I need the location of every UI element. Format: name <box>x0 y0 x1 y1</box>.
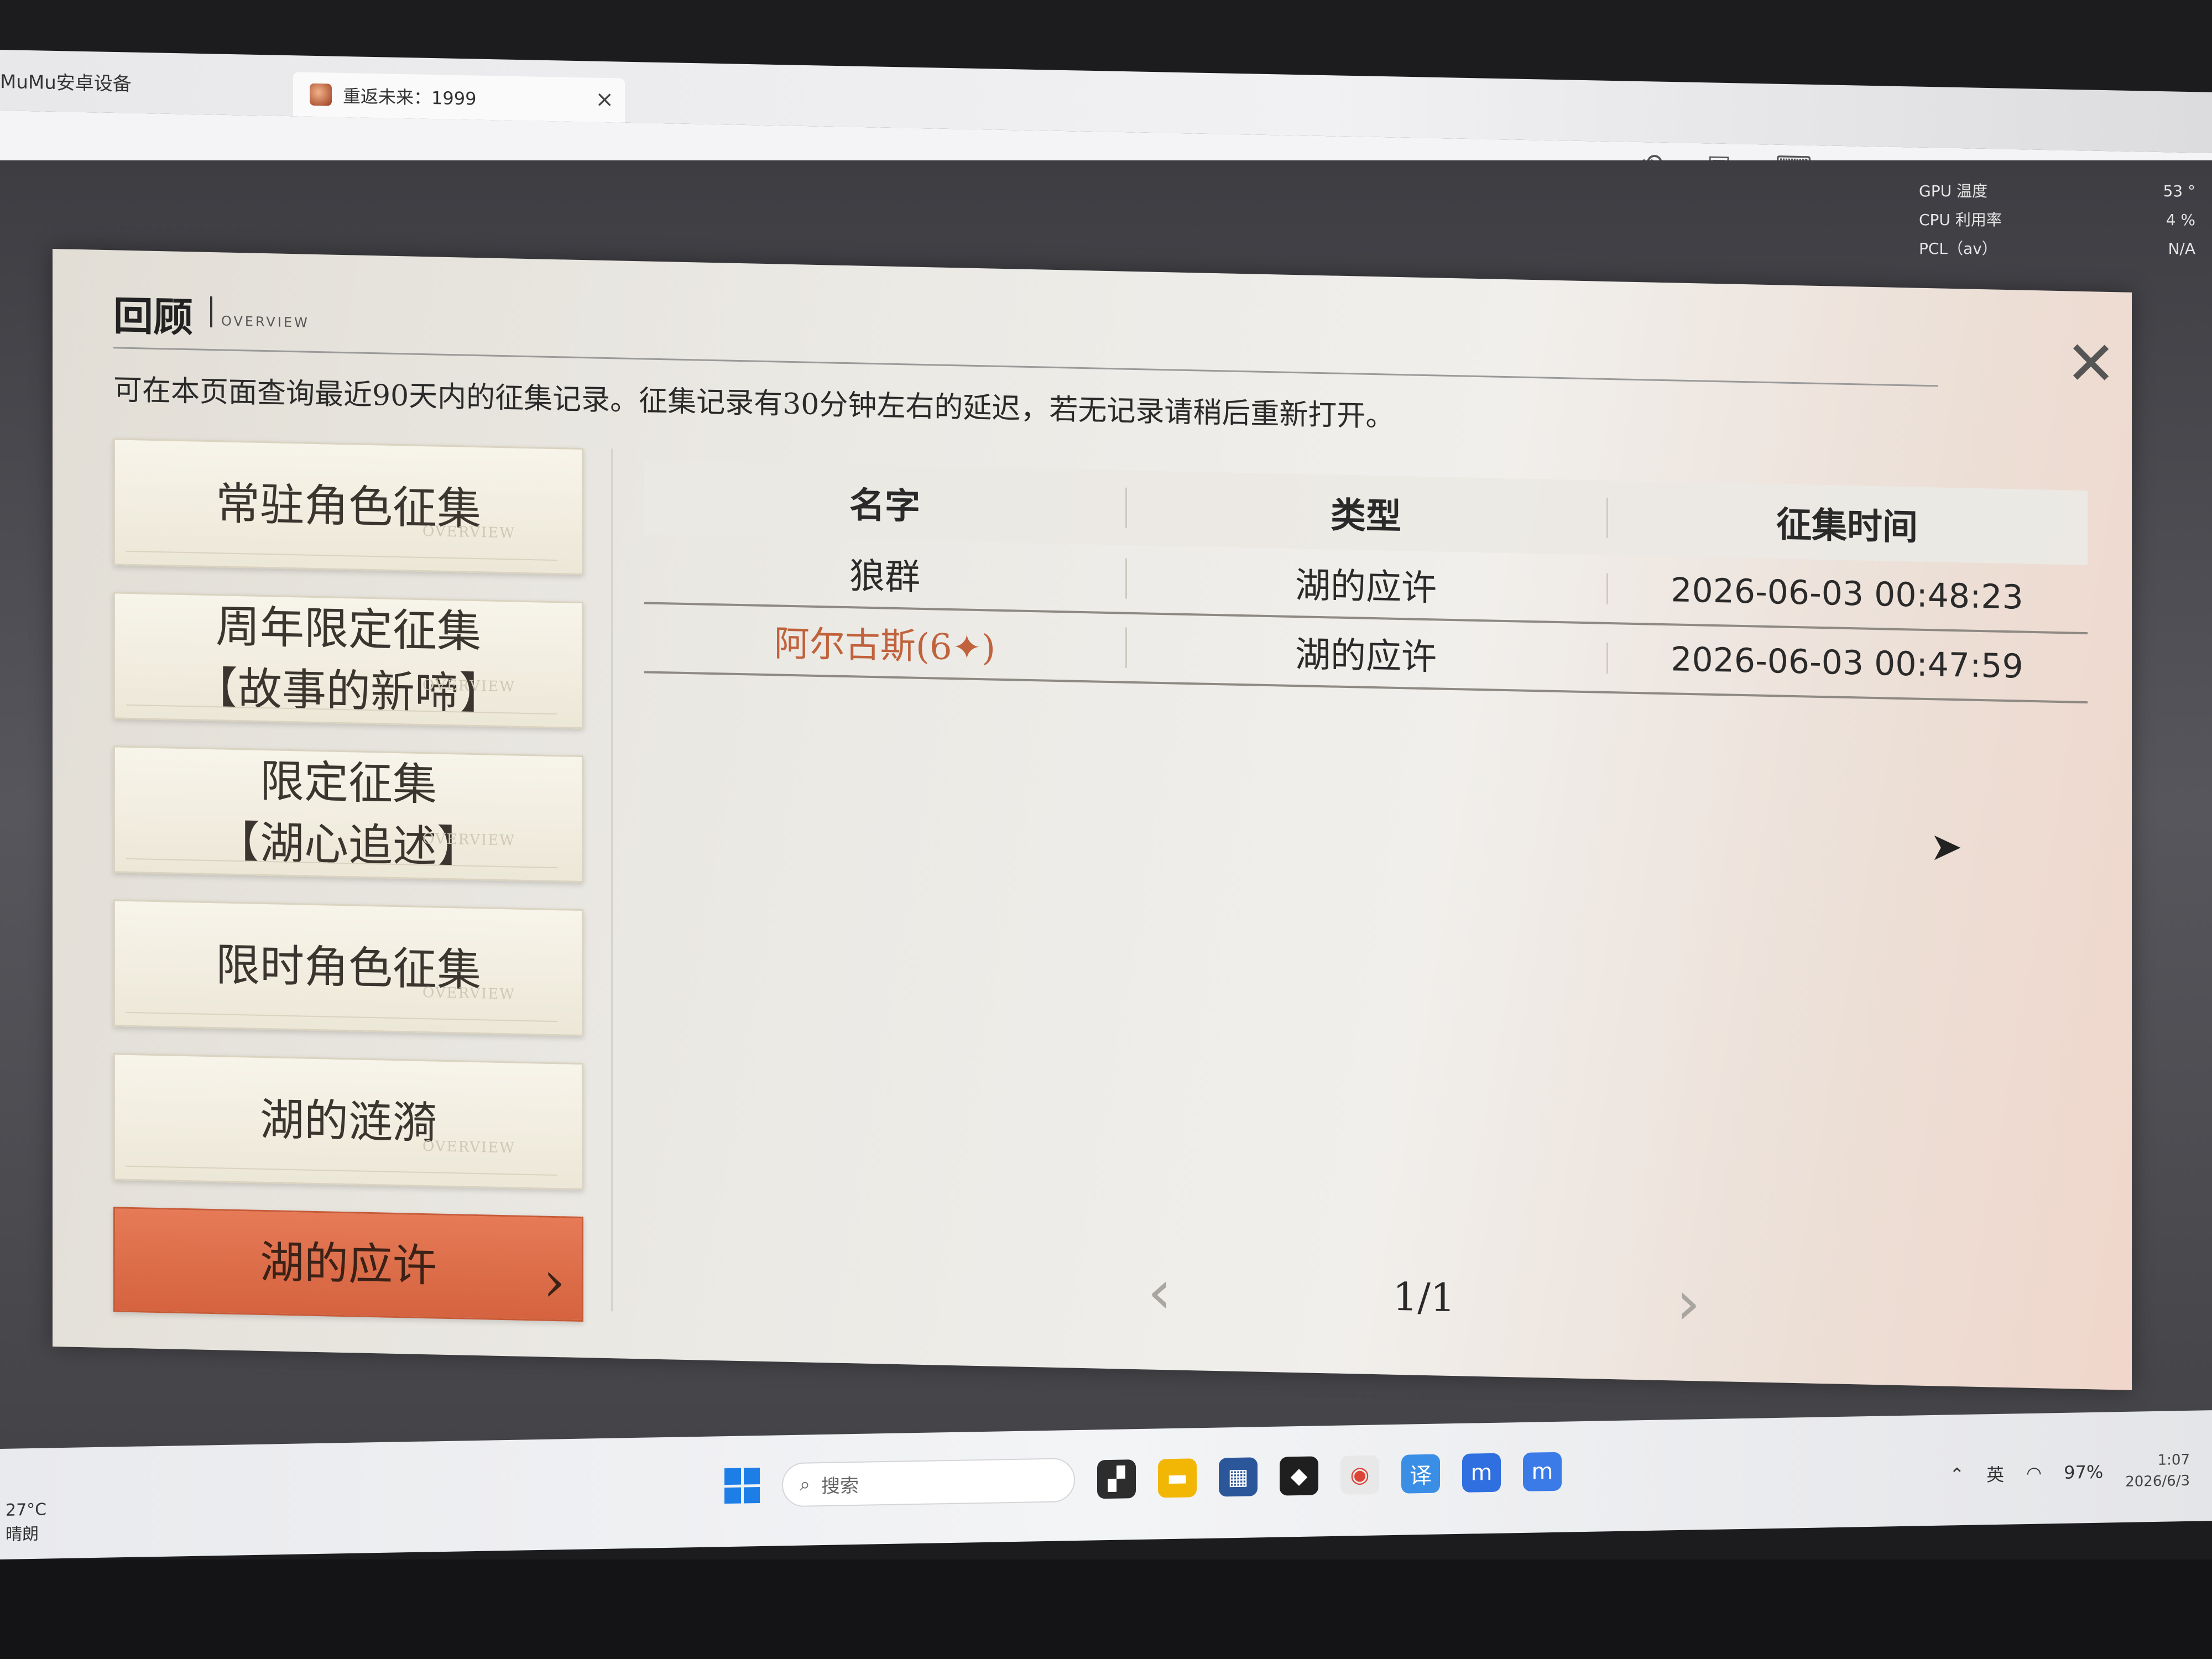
vertical-divider <box>611 448 613 1312</box>
taskbar-center: ⌕ 搜索 ▞ ▬ ▦ ◆ ◉ 译 m m <box>724 1449 1562 1508</box>
translator-icon[interactable]: 译 <box>1401 1454 1440 1494</box>
next-page-button[interactable]: › <box>1676 1267 1700 1339</box>
perf-row: GPU 温度 53 ° <box>1919 182 2195 200</box>
tab-watermark: OVERVIEW <box>422 677 515 696</box>
tab-watermark: OVERVIEW <box>422 831 515 849</box>
tab-title: 重返未来：1999 <box>343 85 477 109</box>
emulator-app-name: MuMu安卓设备 <box>0 71 132 96</box>
overview-panel: 回顾 OVERVIEW ✕ 可在本页面查询最近90天内的征集记录。征集记录有30… <box>53 249 2132 1390</box>
task-view-icon[interactable]: ▞ <box>1097 1459 1136 1499</box>
cell-type: 湖的应许 <box>1125 622 1606 683</box>
title-separator <box>210 296 212 328</box>
perf-row: CPU 利用率 4 % <box>1919 211 2195 229</box>
screen-bezel <box>0 1559 2212 1659</box>
tray-lang[interactable]: 英 <box>1986 1461 2004 1487</box>
cell-name: 狼群 <box>849 555 920 598</box>
panel-subtitle: OVERVIEW <box>221 313 310 331</box>
pagination: ‹ 1/1 › <box>1147 1256 1700 1338</box>
panel-title: 回顾 <box>113 292 194 341</box>
app-icon[interactable]: ◆ <box>1280 1456 1318 1496</box>
mumu-multi-icon[interactable]: m <box>1523 1452 1562 1491</box>
clock[interactable]: 1:07 2026/6/3 <box>2125 1449 2190 1493</box>
pool-tab-list: 常驻角色征集 OVERVIEW 周年限定征集 【故事的新啼】 OVERVIEW … <box>113 438 583 1322</box>
tab-watermark: OVERVIEW <box>422 523 515 542</box>
mouse-cursor-icon: ➤ <box>1930 824 1963 869</box>
pool-tab-timed-character[interactable]: 限时角色征集 OVERVIEW <box>113 899 583 1037</box>
header-type: 类型 <box>1125 482 1606 543</box>
tab-close-icon[interactable]: × <box>595 87 614 113</box>
perf-row: PCL（av） N/A <box>1919 239 2195 258</box>
start-menu-icon[interactable] <box>724 1468 760 1504</box>
clock-date: 2026/6/3 <box>2125 1472 2190 1490</box>
taskbar-search[interactable]: ⌕ 搜索 <box>782 1458 1075 1507</box>
record-table: 名字 类型 征集时间 狼群 湖的应许 2026-06-03 00:48:23 阿… <box>644 460 2088 704</box>
cell-time: 2026-06-03 00:48:23 <box>1606 569 2088 618</box>
performance-overlay: GPU 温度 53 ° CPU 利用率 4 % PCL（av） N/A <box>1919 177 2195 263</box>
pool-tab-lake-promise[interactable]: 湖的应许 › <box>113 1207 583 1322</box>
pool-tab-label: 湖的涟漪 <box>260 1093 437 1149</box>
system-tray: ⌃ 英 ◠ 97% 1:07 2026/6/3 <box>1949 1449 2190 1496</box>
tab-watermark: OVERVIEW <box>422 984 515 1003</box>
pool-tab-anniversary[interactable]: 周年限定征集 【故事的新啼】 OVERVIEW <box>113 592 583 729</box>
pool-tab-standard[interactable]: 常驻角色征集 OVERVIEW <box>113 438 583 576</box>
header-time: 征集时间 <box>1606 492 2088 553</box>
game-app-icon <box>310 83 332 106</box>
close-button[interactable]: ✕ <box>2065 327 2116 399</box>
emulator-tab-game[interactable]: 重返未来：1999 × <box>293 72 625 123</box>
clock-time: 1:07 <box>2157 1451 2190 1469</box>
search-placeholder: 搜索 <box>821 1474 859 1498</box>
weather-desc: 晴朗 <box>6 1524 39 1545</box>
cell-type: 湖的应许 <box>1125 553 1606 614</box>
cell-name: 阿尔古斯(6✦) <box>774 623 996 669</box>
pool-tab-label: 湖的应许 <box>260 1236 437 1292</box>
panel-description: 可在本页面查询最近90天内的征集记录。征集记录有30分钟左右的延迟，若无记录请稍… <box>113 373 1395 434</box>
mumu-icon[interactable]: m <box>1462 1453 1501 1493</box>
page-indicator: 1/1 <box>1392 1274 1455 1321</box>
pool-tab-limited[interactable]: 限定征集 【湖心追述】 OVERVIEW <box>113 745 583 883</box>
header-name: 名字 <box>849 484 920 528</box>
wifi-icon[interactable]: ◠ <box>2026 1463 2042 1484</box>
pool-tab-lake-ripple[interactable]: 湖的涟漪 OVERVIEW <box>113 1053 583 1191</box>
weather-temp: 27°C <box>6 1500 47 1520</box>
chevron-right-icon: › <box>543 1249 565 1314</box>
store-icon[interactable]: ▦ <box>1219 1457 1258 1497</box>
weather-widget[interactable]: 27°C 晴朗 <box>6 1498 46 1547</box>
chrome-icon[interactable]: ◉ <box>1340 1455 1379 1495</box>
tab-watermark: OVERVIEW <box>422 1138 515 1157</box>
search-icon: ⌕ <box>800 1473 811 1496</box>
file-explorer-icon[interactable]: ▬ <box>1158 1458 1197 1498</box>
battery-level[interactable]: 97% <box>2064 1462 2103 1483</box>
prev-page-button[interactable]: ‹ <box>1147 1256 1172 1327</box>
tray-chevron-icon[interactable]: ⌃ <box>1949 1464 1964 1485</box>
cell-time: 2026-06-03 00:47:59 <box>1606 638 2088 687</box>
